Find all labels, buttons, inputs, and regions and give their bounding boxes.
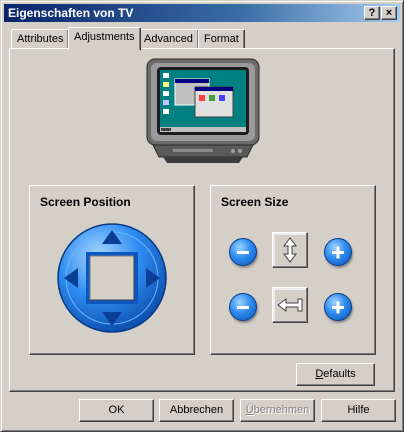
- defaults-button[interactable]: Defaults: [296, 363, 375, 386]
- tv-monitor-icon: [146, 58, 260, 163]
- apply-label: bernehmen: [253, 404, 310, 416]
- tab-format[interactable]: Format: [198, 29, 245, 49]
- screen-size-title: Screen Size: [221, 195, 289, 209]
- window-title: Eigenschaften von TV: [8, 6, 134, 20]
- tab-advanced[interactable]: Advanced: [138, 29, 199, 49]
- apply-hotkey: Ü: [245, 404, 254, 416]
- horizontal-resize-icon: [277, 298, 303, 312]
- screen-size-group: Screen Size: [210, 185, 376, 355]
- help-button[interactable]: Hilfe: [321, 399, 396, 422]
- defaults-label: efaults: [323, 368, 356, 380]
- decrease-height-button[interactable]: [229, 238, 257, 266]
- horizontal-size-indicator: [272, 287, 308, 323]
- cancel-button[interactable]: Abbrechen: [159, 399, 234, 422]
- ok-button[interactable]: OK: [79, 399, 154, 422]
- tab-attributes[interactable]: Attributes: [11, 29, 70, 49]
- close-button[interactable]: ×: [381, 6, 397, 20]
- move-left-button[interactable]: [60, 264, 84, 292]
- apply-button[interactable]: Übernehmen: [240, 399, 315, 422]
- move-right-button[interactable]: [140, 264, 164, 292]
- plus-icon: [332, 246, 344, 259]
- tab-adjustments[interactable]: Adjustments: [68, 27, 141, 50]
- decrease-width-button[interactable]: [229, 293, 257, 321]
- minus-icon: [237, 251, 249, 254]
- adjustments-panel: Screen Position Screen Size Defaults: [9, 48, 395, 392]
- minus-icon: [237, 306, 249, 309]
- move-down-button[interactable]: [98, 306, 126, 330]
- title-bar[interactable]: Eigenschaften von TV ? ×: [4, 4, 400, 22]
- vertical-size-indicator: [272, 232, 308, 268]
- properties-window: Eigenschaften von TV ? × Attributes Adju…: [0, 0, 404, 432]
- screen-position-title: Screen Position: [40, 195, 131, 209]
- increase-height-button[interactable]: [324, 238, 352, 266]
- increase-width-button[interactable]: [324, 293, 352, 321]
- move-up-button[interactable]: [98, 226, 126, 250]
- screen-position-group: Screen Position: [29, 185, 195, 355]
- vertical-resize-icon: [283, 237, 297, 263]
- plus-icon: [332, 301, 344, 314]
- help-title-button[interactable]: ?: [364, 6, 380, 20]
